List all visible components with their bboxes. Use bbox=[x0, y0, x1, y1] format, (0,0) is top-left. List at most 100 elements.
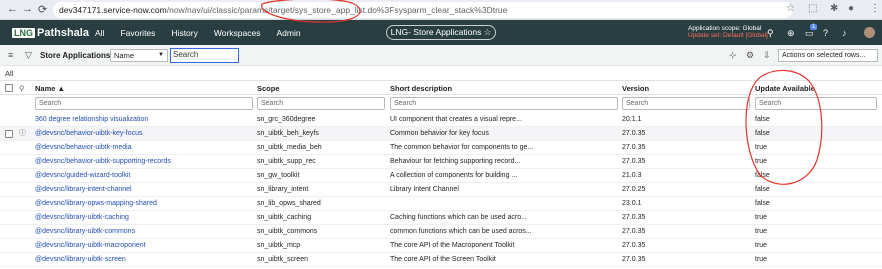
search-column-icon[interactable]: ⚲ bbox=[19, 84, 25, 93]
filter-icon[interactable]: ▽ bbox=[25, 50, 32, 61]
row-scope: sn_uibtk_media_beh bbox=[257, 144, 322, 151]
main-nav: All Favorites History Workspaces Admin bbox=[95, 28, 317, 38]
table-row[interactable]: 360 degree relationship visualization sn… bbox=[0, 113, 882, 127]
row-name[interactable]: @devsnc/library-uibtk-caching bbox=[35, 211, 253, 224]
row-version: 27.0.35 bbox=[622, 256, 646, 263]
download-icon[interactable]: ⇩ bbox=[763, 50, 771, 61]
nav-all[interactable]: All bbox=[95, 28, 104, 38]
nav-favorites[interactable]: Favorites bbox=[120, 28, 155, 38]
row-description: Caching functions which can be used acro… bbox=[390, 214, 527, 221]
description-filter-input[interactable]: Search bbox=[390, 97, 618, 110]
table-row[interactable]: @devsnc/library-opws-mapping-shared sn_l… bbox=[0, 197, 882, 211]
table-row[interactable]: ⓘ @devsnc/behavior-uibtk-key-focus sn_ui… bbox=[0, 127, 882, 141]
row-description: The core API of the Macroponent Toolkit bbox=[390, 242, 515, 249]
update-filter-input[interactable]: Search bbox=[755, 97, 877, 110]
row-description: Behaviour for fetching supporting record… bbox=[390, 158, 521, 165]
select-all-checkbox[interactable] bbox=[5, 84, 13, 92]
row-name[interactable]: @devsnc/behavior-uibtk-media bbox=[35, 141, 253, 154]
row-name[interactable]: 360 degree relationship visualization bbox=[35, 113, 253, 126]
table-row[interactable]: @devsnc/library-uibtk-caching sn_uibtk_c… bbox=[0, 211, 882, 225]
scope-filter-input[interactable]: Search bbox=[257, 97, 385, 110]
table-row[interactable]: @devsnc/guided-wizard-toolkit sn_gw_tool… bbox=[0, 169, 882, 183]
row-name[interactable]: @devsnc/behavior-uibtk-key-focus bbox=[35, 127, 253, 140]
nav-history[interactable]: History bbox=[171, 28, 197, 38]
table-row[interactable]: @devsnc/behavior-uibtk-media sn_uibtk_me… bbox=[0, 141, 882, 155]
row-name[interactable]: @devsnc/library-uibtk-macroponent bbox=[35, 239, 253, 252]
bookmark-star-icon[interactable]: ☆ bbox=[786, 3, 795, 14]
row-update-available: false bbox=[755, 172, 770, 179]
table-row[interactable]: @devsnc/behavior-uibtk-supporting-record… bbox=[0, 155, 882, 169]
row-name[interactable]: @devsnc/library-intent-channel bbox=[35, 183, 253, 196]
row-name[interactable]: @devsnc/behavior-uibtk-supporting-record… bbox=[35, 155, 253, 168]
column-filter-row: Search Search Search Search Search bbox=[0, 95, 882, 113]
notification-badge: 1 bbox=[810, 24, 818, 30]
logo[interactable]: LNG Pathshala bbox=[12, 25, 89, 40]
url-path: /now/nav/ui/classic/params/target/sys_st… bbox=[166, 5, 508, 15]
row-update-available: true bbox=[755, 214, 768, 221]
row-name[interactable]: @devsnc/library-uibtk-commons bbox=[35, 225, 253, 238]
row-description: The common behavior for components to ge… bbox=[390, 144, 534, 151]
forward-icon[interactable]: → bbox=[22, 3, 33, 15]
profile-icon[interactable]: ● bbox=[848, 3, 854, 14]
row-version: 21.0.3 bbox=[622, 172, 642, 179]
row-description: Library Intent Channel bbox=[390, 186, 459, 193]
row-checkbox[interactable] bbox=[5, 130, 13, 138]
row-name[interactable]: @devsnc/library-uibtk-screen bbox=[35, 253, 253, 266]
row-description: UI component that creates a visual repre… bbox=[390, 116, 522, 123]
name-filter-input[interactable]: Search bbox=[35, 97, 253, 110]
row-name[interactable]: @devsnc/library-opws-mapping-shared bbox=[35, 197, 253, 210]
reload-icon[interactable]: ⟳ bbox=[38, 3, 47, 16]
row-description: A collection of components for building … bbox=[390, 172, 518, 179]
avatar[interactable] bbox=[864, 27, 875, 38]
app-header: LNG Pathshala All Favorites History Works… bbox=[0, 20, 882, 45]
row-version: 27.0.35 bbox=[622, 130, 646, 137]
row-name[interactable]: @devsnc/guided-wizard-toolkit bbox=[35, 169, 253, 182]
application-scope: Application scope: Global bbox=[688, 25, 762, 32]
column-update-available[interactable]: Update Available bbox=[755, 84, 815, 93]
search-icon[interactable]: ⚲ bbox=[767, 28, 774, 39]
list-toolbar: ≡ ▽ Store Applications Name ▼ Search ⊹ ⚙ … bbox=[0, 45, 882, 66]
column-scope[interactable]: Scope bbox=[257, 84, 280, 93]
search-field-select[interactable]: Name ▼ bbox=[110, 49, 168, 62]
bell-icon[interactable]: ♪ bbox=[842, 28, 847, 38]
row-scope: sn_gw_toolkit bbox=[257, 172, 300, 179]
column-name[interactable]: Name ▲ bbox=[35, 84, 65, 93]
row-scope: sn_uibtk_beh_keyfs bbox=[257, 130, 319, 137]
column-short-description[interactable]: Short description bbox=[390, 84, 452, 93]
page-title[interactable]: LNG- Store Applications ☆ bbox=[386, 25, 496, 40]
back-icon[interactable]: ← bbox=[7, 3, 18, 15]
column-version[interactable]: Version bbox=[622, 84, 649, 93]
search-field-value: Name bbox=[114, 51, 135, 60]
table-row[interactable]: @devsnc/library-intent-channel sn_librar… bbox=[0, 183, 882, 197]
gear-icon[interactable]: ⚙ bbox=[746, 50, 754, 61]
row-scope: sn_lib_opws_shared bbox=[257, 200, 321, 207]
globe-icon[interactable]: ⊕ bbox=[787, 28, 795, 39]
nav-workspaces[interactable]: Workspaces bbox=[214, 28, 261, 38]
help-icon[interactable]: ? bbox=[823, 28, 828, 38]
row-update-available: true bbox=[755, 158, 768, 165]
nav-admin[interactable]: Admin bbox=[276, 28, 300, 38]
table-row[interactable]: @devsnc/library-uibtk-commons sn_uibtk_c… bbox=[0, 225, 882, 239]
row-description: The core API of the Screen Toolkit bbox=[390, 256, 496, 263]
pin-icon[interactable]: ⊹ bbox=[729, 50, 737, 61]
version-filter-input[interactable]: Search bbox=[622, 97, 750, 110]
info-icon[interactable]: ⓘ bbox=[19, 127, 26, 140]
row-update-available: false bbox=[755, 186, 770, 193]
row-scope: sn_uibtk_supp_rec bbox=[257, 158, 316, 165]
puzzle-icon[interactable]: ✱ bbox=[830, 3, 838, 14]
logo-text: Pathshala bbox=[37, 26, 89, 39]
extension-icon[interactable]: ⬚ bbox=[808, 3, 817, 14]
actions-select[interactable]: Actions on selected rows... bbox=[778, 49, 878, 62]
table-row[interactable]: @devsnc/library-uibtk-screen sn_uibtk_sc… bbox=[0, 253, 882, 267]
row-version: 20.1.1 bbox=[622, 116, 642, 123]
breadcrumb[interactable]: All bbox=[5, 69, 13, 78]
row-scope: sn_uibtk_mcp bbox=[257, 242, 301, 249]
table-row[interactable]: @devsnc/library-uibtk-macroponent sn_uib… bbox=[0, 239, 882, 253]
row-description: Common behavior for key focus bbox=[390, 130, 489, 137]
menu-icon[interactable]: ⋮ bbox=[870, 3, 880, 14]
scope-info[interactable]: Application scope: Global Update set: De… bbox=[688, 25, 768, 39]
address-bar[interactable]: dev347171.service-now.com/now/nav/ui/cla… bbox=[53, 2, 793, 18]
hamburger-icon[interactable]: ≡ bbox=[8, 50, 13, 60]
browser-toolbar: ← → ⟳ dev347171.service-now.com/now/nav/… bbox=[0, 0, 882, 20]
search-input[interactable]: Search bbox=[170, 48, 239, 63]
